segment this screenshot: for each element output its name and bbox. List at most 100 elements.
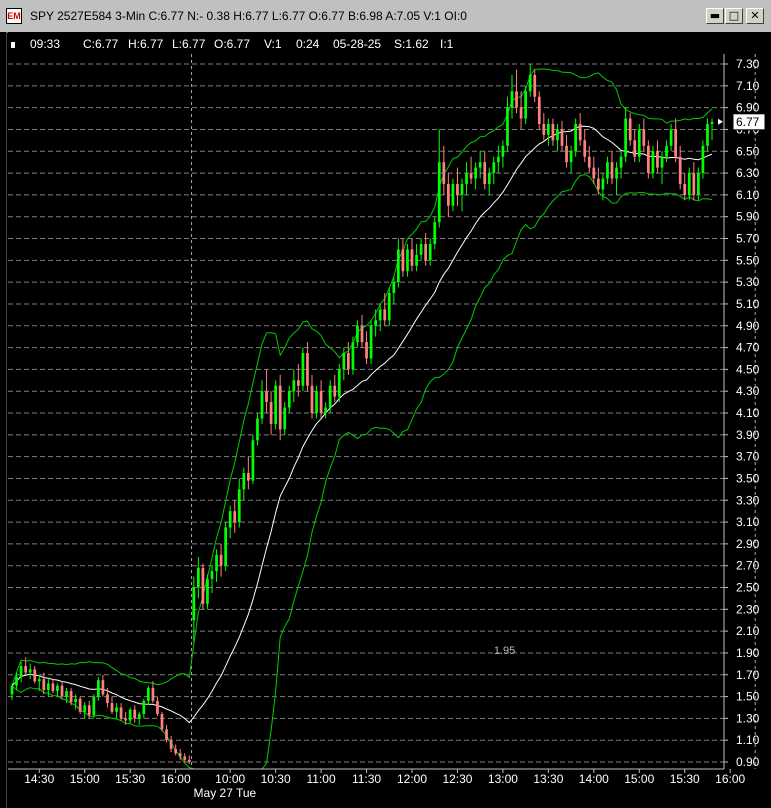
price-chart[interactable]: 7.307.106.906.706.506.306.105.905.705.50…	[0, 0, 771, 808]
candle-body	[669, 129, 673, 146]
candle-body	[560, 129, 564, 146]
candle-body	[392, 282, 396, 294]
candle-body	[492, 162, 496, 174]
candle-body	[269, 402, 273, 424]
candle-body	[369, 325, 373, 359]
candle-body	[365, 342, 368, 359]
candle-body	[547, 123, 550, 135]
candle-body	[265, 391, 268, 403]
candle-body	[687, 173, 691, 195]
candle-body	[628, 118, 632, 141]
candle-body	[278, 385, 282, 430]
candle-body	[542, 123, 546, 135]
candlesticks	[10, 64, 714, 765]
candle-body	[415, 254, 418, 266]
candle-body	[256, 418, 259, 441]
y-tick-label: 7.10	[736, 79, 760, 93]
candle-body	[306, 353, 309, 386]
candle-body	[128, 709, 132, 721]
candle-body	[337, 369, 341, 397]
current-price-label: 6.77	[736, 115, 760, 129]
candle-body	[356, 325, 359, 343]
candle-body	[456, 183, 459, 195]
lower-band-line	[11, 174, 713, 770]
candle-body	[583, 140, 587, 157]
y-tick-label: 1.70	[736, 668, 760, 682]
x-tick-label: 14:30	[24, 772, 54, 786]
candle-body	[297, 380, 300, 386]
candle-body	[287, 391, 291, 408]
candle-body	[51, 683, 55, 692]
y-tick-label: 1.50	[736, 690, 760, 704]
candle-body	[137, 714, 141, 719]
candle-body	[19, 666, 23, 677]
candle-body	[60, 685, 64, 697]
candle-body	[601, 178, 605, 190]
candle-body	[147, 687, 150, 701]
candle-body	[342, 353, 346, 370]
candle-body	[69, 691, 73, 703]
candle-body	[692, 173, 696, 195]
candle-body	[110, 703, 114, 712]
date-label: May 27 Tue	[194, 786, 257, 800]
candle-body	[37, 679, 41, 682]
candle-body	[374, 320, 377, 326]
candle-body	[228, 511, 232, 528]
x-tick-label: 11:30	[352, 772, 381, 786]
candle-body	[478, 162, 482, 168]
candle-body	[274, 385, 277, 424]
y-tick-label: 2.90	[736, 537, 760, 551]
y-tick-label: 4.50	[736, 362, 760, 376]
x-tick-label: 10:30	[261, 772, 291, 786]
candle-body	[183, 756, 187, 760]
candle-body	[533, 74, 537, 97]
candle-body	[206, 578, 209, 604]
candle-body	[283, 407, 287, 430]
candle-body	[665, 145, 668, 157]
candle-body	[215, 554, 218, 572]
candle-body	[424, 243, 427, 261]
candle-body	[678, 156, 682, 184]
y-tick-label: 4.30	[736, 384, 760, 398]
candle-body	[619, 156, 623, 168]
x-tick-label: 13:30	[533, 772, 563, 786]
candle-body	[451, 183, 455, 206]
x-tick-label: 10:00	[215, 772, 245, 786]
candle-body	[419, 243, 423, 255]
candle-body	[506, 107, 509, 146]
candle-body	[433, 222, 437, 244]
y-tick-label: 3.50	[736, 471, 760, 485]
candle-body	[260, 391, 264, 419]
current-price-arrow	[718, 118, 723, 125]
candle-body	[74, 698, 77, 703]
candle-body	[565, 145, 568, 163]
y-tick-label: 6.90	[736, 101, 760, 115]
candle-body	[178, 753, 182, 757]
y-tick-label: 5.30	[736, 275, 760, 289]
candle-body	[187, 759, 191, 762]
candle-body	[328, 385, 332, 408]
candle-body	[237, 489, 241, 523]
y-tick-label: 6.50	[736, 144, 760, 158]
y-tick-label: 3.90	[736, 428, 760, 442]
x-tick-label: 15:00	[624, 772, 654, 786]
candle-body	[569, 151, 573, 163]
candle-body	[106, 694, 109, 704]
candle-body	[347, 353, 350, 370]
y-tick-label: 1.30	[736, 711, 760, 725]
x-tick-label: 15:30	[115, 772, 145, 786]
candle-body	[174, 748, 177, 754]
candle-body	[251, 440, 255, 481]
x-tick-label: 16:00	[715, 772, 745, 786]
candle-body	[78, 698, 82, 712]
x-tick-label: 14:00	[579, 772, 609, 786]
candle-body	[242, 472, 246, 490]
y-tick-label: 2.10	[736, 624, 760, 638]
x-tick-label: 15:30	[670, 772, 700, 786]
y-tick-label: 2.30	[736, 602, 760, 616]
y-tick-label: 0.90	[736, 755, 760, 769]
candle-body	[124, 718, 127, 721]
candle-body	[556, 129, 559, 141]
candle-body	[501, 145, 505, 157]
candle-body	[642, 129, 646, 146]
